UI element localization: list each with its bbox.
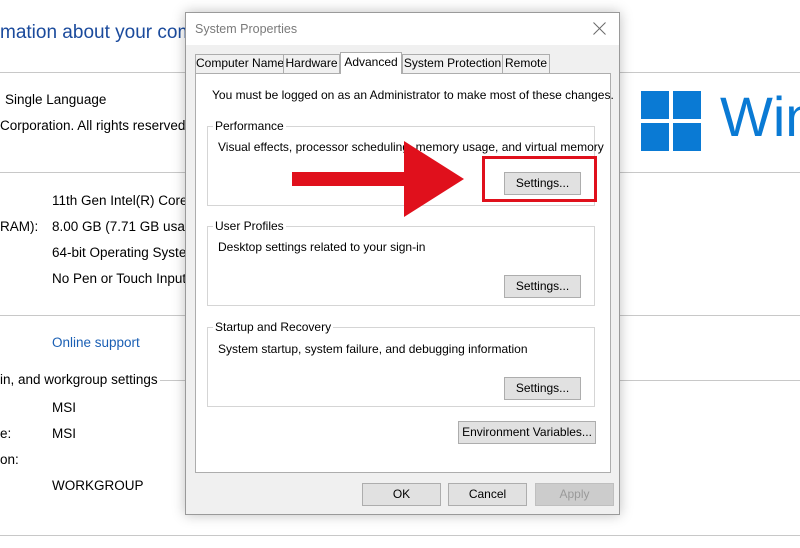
startup-recovery-label: Startup and Recovery	[213, 320, 334, 334]
workgroup-section-heading: in, and workgroup settings	[0, 372, 158, 387]
red-arrow-icon	[292, 141, 464, 217]
dialog-title: System Properties	[195, 22, 298, 36]
ok-button[interactable]: OK	[362, 483, 441, 506]
close-icon[interactable]	[589, 18, 611, 40]
user-profiles-settings-button[interactable]: Settings...	[504, 275, 581, 298]
apply-button[interactable]: Apply	[535, 483, 614, 506]
full-name-value: MSI	[52, 426, 77, 441]
tab-system-protection[interactable]: System Protection	[402, 54, 503, 73]
performance-label: Performance	[213, 119, 286, 133]
cancel-button[interactable]: Cancel	[448, 483, 527, 506]
system-page-title: mation about your compu	[0, 22, 215, 43]
tab-remote[interactable]: Remote	[502, 54, 550, 73]
user-profiles-group: User Profiles Desktop settings related t…	[207, 219, 595, 306]
copyright-text: Corporation. All rights reserved.	[0, 118, 190, 133]
system-type-value: 64-bit Operating Systen	[52, 245, 194, 260]
user-profiles-label: User Profiles	[213, 219, 286, 233]
pen-touch-value: No Pen or Touch Input is	[52, 271, 200, 286]
ram-label: RAM):	[0, 219, 39, 234]
startup-recovery-description: System startup, system failure, and debu…	[218, 342, 528, 356]
tab-computer-name[interactable]: Computer Name	[195, 54, 284, 73]
windows-edition-text: Single Language	[5, 92, 107, 107]
highlight-box	[482, 156, 597, 202]
processor-value: 11th Gen Intel(R) Core(T	[52, 193, 201, 208]
ram-value: 8.00 GB (7.71 GB usable	[52, 219, 203, 234]
startup-recovery-group: Startup and Recovery System startup, sys…	[207, 320, 595, 407]
tab-advanced[interactable]: Advanced	[340, 52, 402, 74]
full-name-label: e:	[0, 426, 12, 441]
online-support-link[interactable]: Online support	[52, 335, 140, 350]
system-properties-dialog: System Properties Computer Name Hardware…	[185, 12, 620, 515]
user-profiles-description: Desktop settings related to your sign-in	[218, 240, 426, 254]
startup-recovery-settings-button[interactable]: Settings...	[504, 377, 581, 400]
computer-name-value: MSI	[52, 400, 77, 415]
tab-hardware[interactable]: Hardware	[283, 54, 340, 73]
divider	[620, 380, 800, 381]
advanced-tab-panel: You must be logged on as an Administrato…	[195, 73, 614, 473]
divider	[0, 535, 800, 536]
admin-note: You must be logged on as an Administrato…	[212, 88, 614, 102]
dialog-titlebar: System Properties	[186, 13, 619, 45]
windows-logo	[641, 91, 701, 151]
workgroup-value: WORKGROUP	[52, 478, 144, 493]
windows-brand-text: Win	[720, 85, 800, 148]
description-label: on:	[0, 452, 19, 467]
environment-variables-button[interactable]: Environment Variables...	[458, 421, 596, 444]
red-arrow-shape	[292, 141, 464, 217]
